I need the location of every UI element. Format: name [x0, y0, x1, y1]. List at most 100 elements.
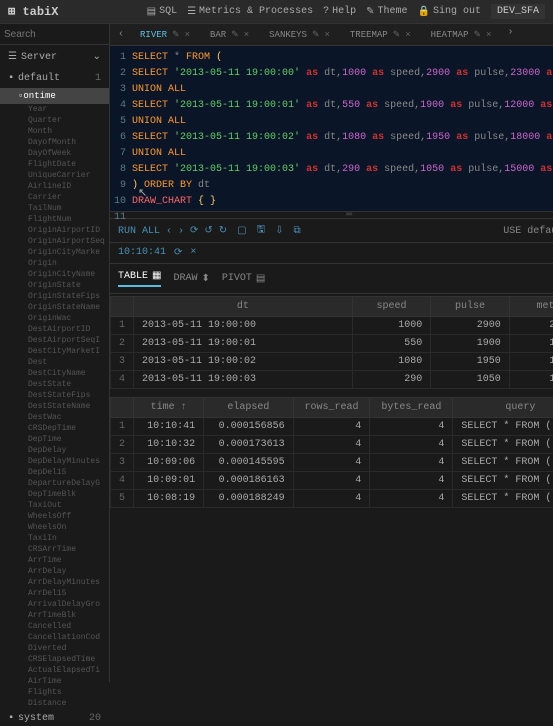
column-row[interactable]: Cancelled: [0, 621, 109, 632]
column-row[interactable]: DestState: [0, 379, 109, 390]
column-row[interactable]: OriginAirportSeq: [0, 236, 109, 247]
result-tab-table[interactable]: TABLE▦: [118, 270, 161, 287]
column-row[interactable]: ArrDelay: [0, 566, 109, 577]
refresh-icon[interactable]: ⟳: [174, 247, 182, 259]
column-row[interactable]: FlightNum: [0, 214, 109, 225]
column-row[interactable]: ArrDelayMinutes: [0, 577, 109, 588]
db-row-system[interactable]: ▪system20: [0, 709, 109, 726]
tab-heatmap[interactable]: HEATMAP✎×: [423, 27, 500, 43]
signout-link[interactable]: 🔒 Sing out: [418, 6, 481, 18]
column-row[interactable]: Flights: [0, 687, 109, 698]
tab-treemap[interactable]: TREEMAP✎×: [342, 27, 419, 43]
table-row[interactable]: 210:10:320.00017361344SELECT * FROM ( SE: [111, 436, 553, 454]
edit-icon[interactable]: ✎: [473, 30, 481, 40]
column-row[interactable]: TailNum: [0, 203, 109, 214]
help-link[interactable]: ? Help: [323, 6, 356, 17]
table-row[interactable]: 32013-05-11 19:00:021080195018000: [111, 353, 553, 371]
tab-bar[interactable]: BAR✎×: [202, 27, 257, 43]
close-icon[interactable]: ×: [185, 30, 190, 40]
col-header[interactable]: time ↑: [134, 398, 204, 418]
history-grid[interactable]: time ↑elapsedrows_readbytes_readquery110…: [110, 397, 553, 508]
close-icon[interactable]: ×: [244, 30, 249, 40]
column-row[interactable]: CRSDepTime: [0, 423, 109, 434]
column-row[interactable]: DestAirportSeqI: [0, 335, 109, 346]
column-row[interactable]: AirlineID: [0, 181, 109, 192]
edit-icon[interactable]: ✎: [231, 30, 239, 40]
col-header[interactable]: speed: [352, 297, 431, 317]
table-row[interactable]: 410:09:010.00018616344SELECT * FROM ( SE: [111, 472, 553, 490]
column-row[interactable]: TaxiOut: [0, 500, 109, 511]
column-row[interactable]: DepDelay: [0, 445, 109, 456]
column-row[interactable]: OriginState: [0, 280, 109, 291]
column-row[interactable]: OriginStateName: [0, 302, 109, 313]
column-row[interactable]: Year: [0, 104, 109, 115]
edit-icon[interactable]: ✎: [312, 30, 320, 40]
column-row[interactable]: Distance: [0, 698, 109, 709]
column-row[interactable]: ArrivalDelayGro: [0, 599, 109, 610]
col-header[interactable]: rows_read: [293, 398, 370, 418]
column-row[interactable]: ArrDel15: [0, 588, 109, 599]
column-row[interactable]: OriginCityName: [0, 269, 109, 280]
column-row[interactable]: DepartureDelayG: [0, 478, 109, 489]
toolbar-icon-1[interactable]: ▢: [237, 225, 246, 237]
result-tab-pivot[interactable]: PIVOT▤: [222, 270, 265, 287]
column-row[interactable]: Origin: [0, 258, 109, 269]
table-row[interactable]: 110:10:410.00015685644SELECT * FROM ( SE: [111, 418, 553, 436]
column-row[interactable]: DepDel15: [0, 467, 109, 478]
column-row[interactable]: OriginWac: [0, 313, 109, 324]
edit-icon[interactable]: ✎: [393, 30, 401, 40]
tab-river[interactable]: RIVER✎×: [132, 27, 198, 43]
column-row[interactable]: CRSArrTime: [0, 544, 109, 555]
column-row[interactable]: DestAirportID: [0, 324, 109, 335]
copy-icon[interactable]: ⧉: [294, 225, 301, 237]
column-row[interactable]: Dest: [0, 357, 109, 368]
column-row[interactable]: DestStateName: [0, 401, 109, 412]
column-row[interactable]: OriginCityMarke: [0, 247, 109, 258]
column-row[interactable]: ActualElapsedTi: [0, 665, 109, 676]
sql-link[interactable]: ▤ SQL: [147, 6, 177, 18]
close-icon[interactable]: ×: [486, 30, 491, 40]
column-row[interactable]: TaxiIn: [0, 533, 109, 544]
col-header[interactable]: pulse: [431, 297, 510, 317]
edit-icon[interactable]: ✎: [172, 30, 180, 40]
table-row[interactable]: 42013-05-11 19:00:03290105015000: [111, 371, 553, 389]
column-row[interactable]: FlightDate: [0, 159, 109, 170]
col-header[interactable]: elapsed: [204, 398, 294, 418]
col-header[interactable]: metr: [509, 297, 553, 317]
use-database[interactable]: USE default ▾: [503, 225, 553, 237]
server-row[interactable]: ☰ Server ⌄: [0, 45, 109, 69]
column-row[interactable]: DestCityMarketI: [0, 346, 109, 357]
column-row[interactable]: DestCityName: [0, 368, 109, 379]
column-row[interactable]: OriginAirportID: [0, 225, 109, 236]
col-header[interactable]: query: [453, 398, 553, 418]
column-row[interactable]: ArrTimeBlk: [0, 610, 109, 621]
column-row[interactable]: ArrTime: [0, 555, 109, 566]
result-grid[interactable]: dtspeedpulsemetr12013-05-11 19:00:001000…: [110, 296, 553, 389]
table-row[interactable]: 510:08:190.00018824944SELECT * FROM ( SE: [111, 490, 553, 508]
column-row[interactable]: DayOfWeek: [0, 148, 109, 159]
col-header[interactable]: [111, 297, 134, 317]
result-tab-draw[interactable]: DRAW⬍: [173, 270, 209, 287]
column-row[interactable]: DepDelayMinutes: [0, 456, 109, 467]
table-row[interactable]: ▫ ontime: [0, 88, 109, 104]
tab-sankeys[interactable]: SANKEYS✎×: [261, 27, 338, 43]
table-row[interactable]: 22013-05-11 19:00:01550190012000: [111, 335, 553, 353]
column-row[interactable]: DestWac: [0, 412, 109, 423]
close-icon[interactable]: ×: [325, 30, 330, 40]
run-all-button[interactable]: RUN ALL ‹ › ⟳ ↺ ↻: [118, 225, 227, 237]
table-row[interactable]: 310:09:060.00014559544SELECT * FROM ( SE: [111, 454, 553, 472]
sql-editor[interactable]: 1SELECT * FROM (2SELECT '2013-05-11 19:0…: [110, 46, 553, 211]
tab-next-icon[interactable]: ›: [503, 27, 517, 43]
column-row[interactable]: DepTime: [0, 434, 109, 445]
close-icon[interactable]: ×: [190, 247, 196, 259]
col-header[interactable]: [111, 398, 134, 418]
tab-prev-icon[interactable]: ‹: [114, 29, 128, 40]
column-row[interactable]: DepTimeBlk: [0, 489, 109, 500]
column-row[interactable]: CancellationCod: [0, 632, 109, 643]
column-row[interactable]: CRSElapsedTime: [0, 654, 109, 665]
column-row[interactable]: WheelsOn: [0, 522, 109, 533]
column-row[interactable]: OriginStateFips: [0, 291, 109, 302]
col-header[interactable]: bytes_read: [370, 398, 453, 418]
column-row[interactable]: DayofMonth: [0, 137, 109, 148]
db-row-default[interactable]: ▪default1: [0, 69, 109, 88]
